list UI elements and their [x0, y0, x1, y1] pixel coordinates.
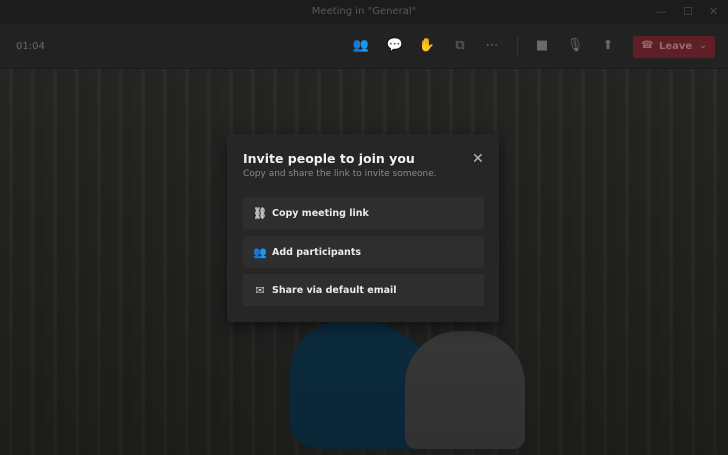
minimize-icon[interactable]: — — [656, 5, 667, 18]
meeting-timer: 01:04 — [16, 41, 45, 52]
more-options-icon[interactable]: ⋯ — [483, 37, 501, 55]
microphone-icon[interactable]: 🎙 — [566, 37, 584, 55]
maximize-icon[interactable]: ☐ — [683, 5, 693, 18]
rooms-icon[interactable]: ⧉ — [451, 37, 469, 55]
share-screen-icon[interactable]: ⬆ — [599, 37, 617, 55]
option-label: Add participants — [272, 246, 362, 258]
close-window-icon[interactable]: ✕ — [709, 5, 718, 18]
camera-icon[interactable]: ■ — [533, 37, 551, 55]
meeting-toolbar: 01:04 👥 💬 ✋ ⧉ ⋯ ■ 🎙 ⬆ ☎ Leave ⌄ — [0, 24, 728, 69]
title-bar: Meeting in "General" — ☐ ✕ — [0, 0, 728, 24]
chat-icon[interactable]: 💬 — [386, 37, 404, 55]
toolbar-divider — [517, 36, 518, 58]
window-title: Meeting in "General" — [311, 6, 417, 17]
participants-icon[interactable]: 👥 — [352, 37, 370, 55]
share-via-email-button[interactable]: ✉ Share via default email — [243, 274, 484, 306]
leave-button[interactable]: ☎ Leave ⌄ — [633, 36, 715, 58]
hang-up-icon: ☎ — [641, 40, 654, 51]
dialog-subtitle: Copy and share the link to invite someon… — [243, 169, 437, 179]
link-icon: ⛓ — [253, 206, 267, 220]
chevron-down-icon[interactable]: ⌄ — [699, 40, 707, 51]
copy-meeting-link-button[interactable]: ⛓ Copy meeting link — [243, 197, 484, 229]
close-icon[interactable]: ✕ — [472, 152, 486, 166]
reactions-icon[interactable]: ✋ — [418, 37, 436, 55]
leave-label: Leave — [659, 41, 693, 52]
add-people-icon: 👥 — [253, 245, 267, 259]
mail-icon: ✉ — [255, 283, 265, 297]
dialog-title: Invite people to join you — [243, 151, 415, 166]
option-label: Share via default email — [272, 284, 397, 296]
invite-dialog: Invite people to join you Copy and share… — [227, 134, 499, 322]
add-participants-button[interactable]: 👥 Add participants — [243, 236, 484, 268]
option-label: Copy meeting link — [272, 207, 369, 219]
